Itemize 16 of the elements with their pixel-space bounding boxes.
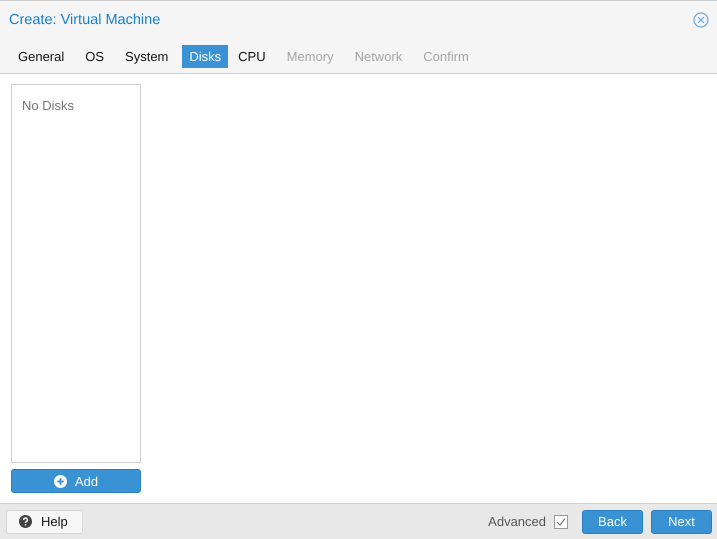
- tab[interactable]: General: [11, 45, 72, 68]
- advanced-label: Advanced: [488, 514, 546, 529]
- add-button[interactable]: Add: [11, 469, 141, 493]
- close-icon[interactable]: [693, 12, 709, 28]
- nav-button[interactable]: Next: [651, 510, 712, 534]
- tab[interactable]: Disks: [182, 45, 228, 68]
- window-title: Create: Virtual Machine: [9, 12, 160, 28]
- advanced-checkbox[interactable]: [554, 514, 568, 528]
- plus-icon: [54, 474, 67, 488]
- help-button[interactable]: Help: [6, 510, 83, 534]
- tab[interactable]: OS: [78, 45, 112, 68]
- tab[interactable]: System: [118, 45, 176, 68]
- nav-button[interactable]: Back: [582, 510, 643, 534]
- empty-text: No Disks: [22, 98, 74, 113]
- tab[interactable]: CPU: [231, 45, 273, 68]
- help-icon: [19, 515, 32, 528]
